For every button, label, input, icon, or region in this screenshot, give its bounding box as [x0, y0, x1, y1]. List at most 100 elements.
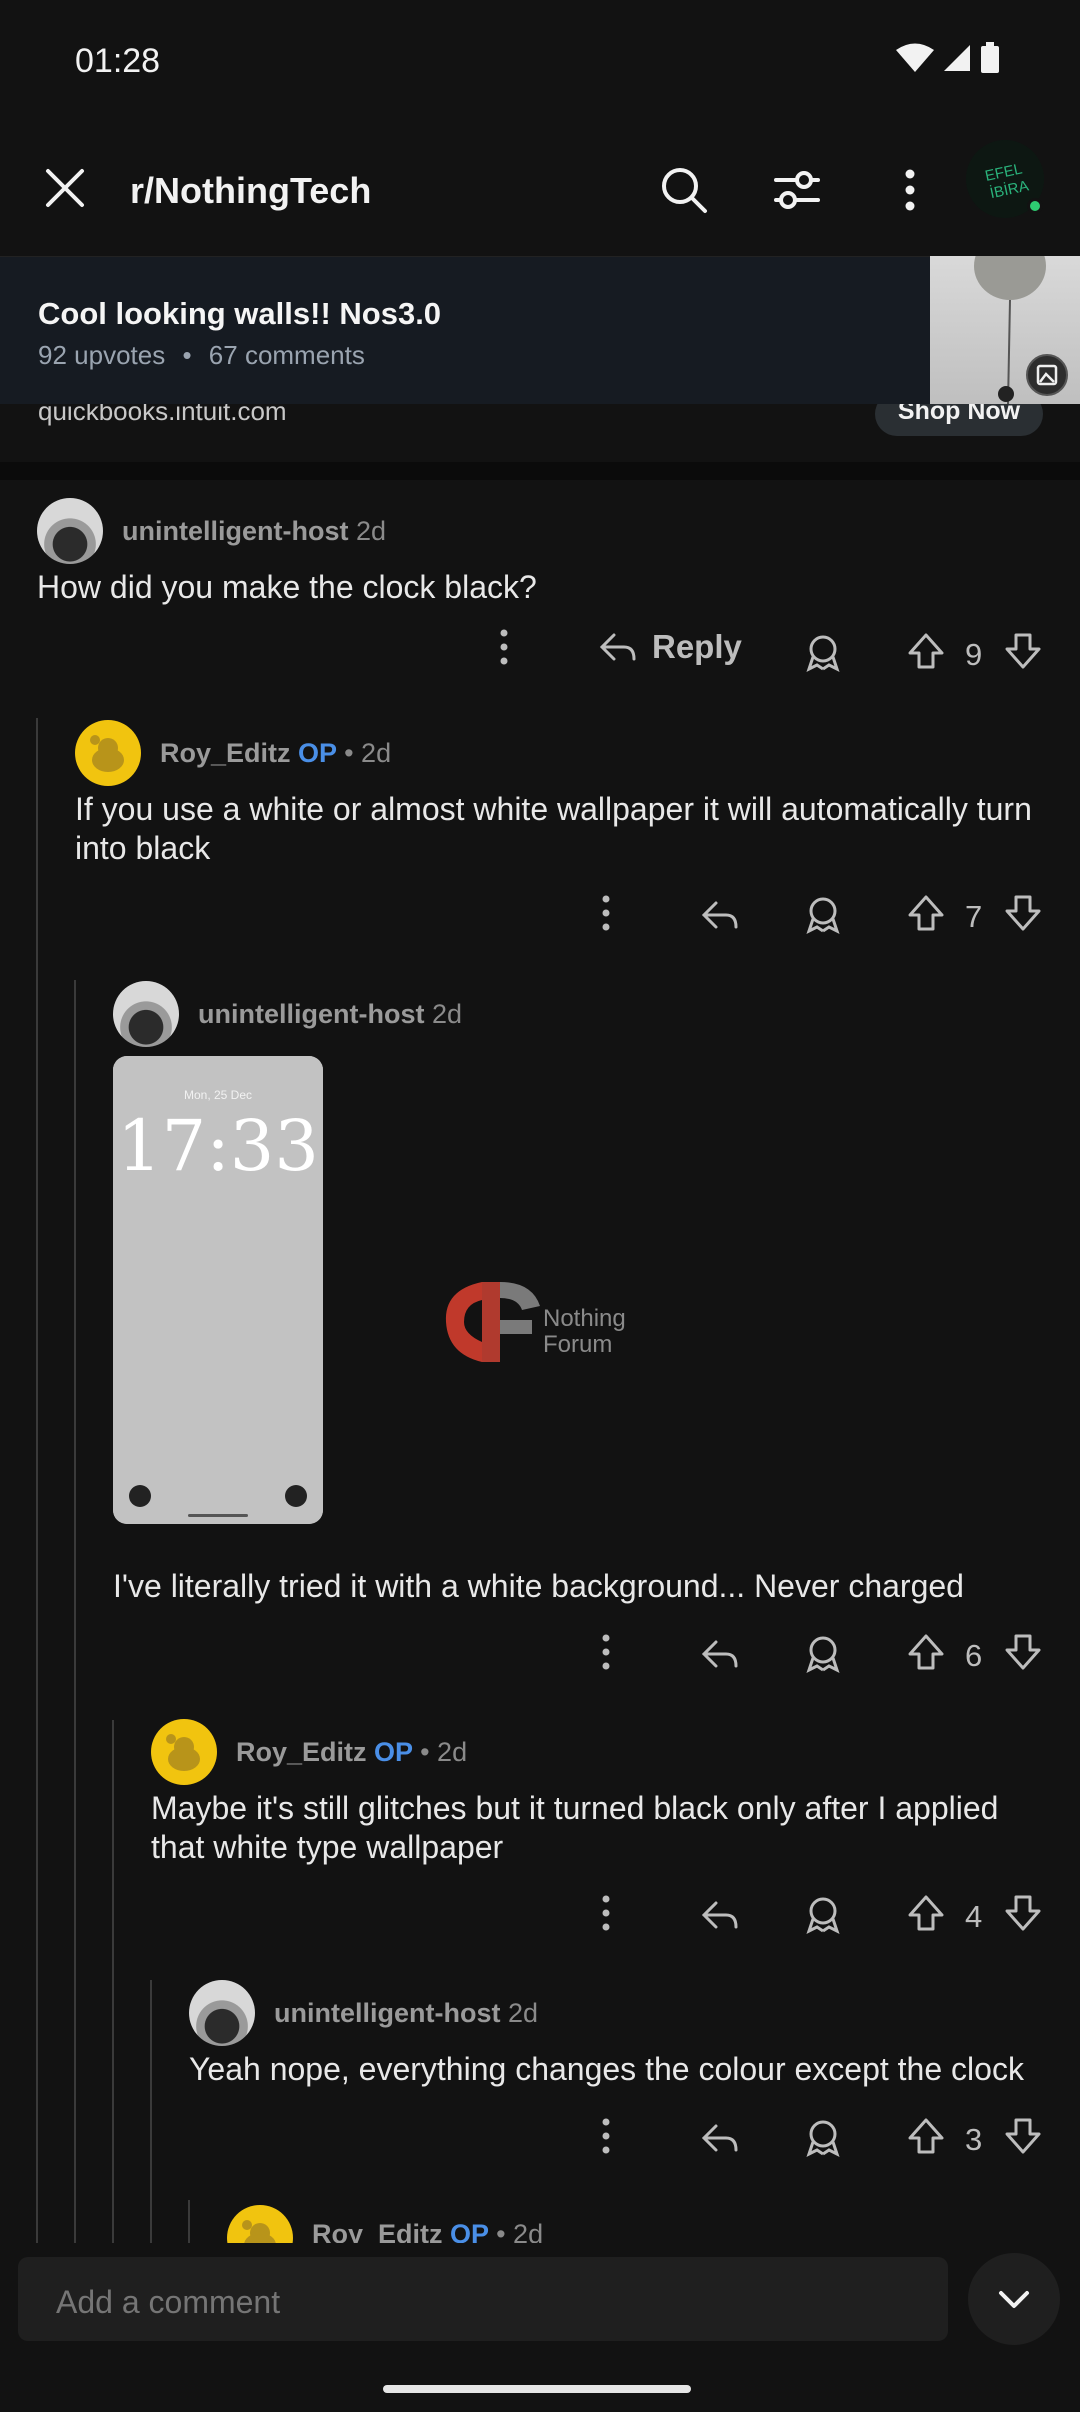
signal-icon [944, 45, 970, 71]
award-button[interactable] [803, 1634, 843, 1674]
sort-filter-button[interactable] [772, 166, 822, 219]
comment-author[interactable]: unintelligent-host 2d [198, 999, 462, 1030]
comment-actions: 7 [0, 891, 1080, 951]
battery-icon [981, 42, 999, 73]
more-vertical-icon [602, 1634, 610, 1670]
downvote-button[interactable] [1003, 631, 1043, 671]
upvote-button[interactable] [906, 1893, 946, 1933]
thread-line[interactable] [74, 980, 76, 2245]
reply-button[interactable] [700, 895, 740, 935]
vote-count: 3 [965, 2122, 983, 2157]
reply-icon [701, 1640, 738, 1668]
upvote-icon [908, 633, 944, 669]
upvote-icon [908, 1634, 944, 1670]
comment-time: • 2d [420, 1737, 468, 1767]
status-icons [896, 42, 1000, 74]
more-vertical-icon [602, 1895, 610, 1931]
online-status-dot [1027, 198, 1043, 214]
section-divider [0, 462, 1080, 480]
award-icon [806, 897, 840, 934]
avatar[interactable] [189, 1980, 255, 2046]
reply-button[interactable] [700, 2118, 740, 2158]
collapse-button[interactable] [968, 2253, 1060, 2345]
comment-time: 2d [355, 516, 387, 546]
award-icon [806, 2120, 840, 2157]
reply-button[interactable] [700, 1634, 740, 1674]
avatar[interactable] [113, 981, 179, 1047]
more-vertical-icon [602, 895, 610, 931]
more-options-button[interactable] [492, 625, 516, 669]
thread-line[interactable] [150, 1980, 152, 2245]
search-icon [662, 168, 707, 213]
more-options-button[interactable] [594, 891, 618, 935]
downvote-button[interactable] [1003, 1893, 1043, 1933]
reply-icon [599, 633, 636, 661]
image-clock: 17:33 [117, 1105, 319, 1187]
home-indicator[interactable] [383, 2385, 691, 2393]
comment-body: Yeah nope, everything changes the colour… [189, 2051, 1024, 2087]
comment-author[interactable]: unintelligent-host 2d [122, 516, 386, 547]
upvote-button[interactable] [906, 2116, 946, 2156]
avatar[interactable] [37, 498, 103, 564]
more-options-button[interactable] [594, 1630, 618, 1674]
upvote-icon [908, 1895, 944, 1931]
comment-author[interactable]: unintelligent-host 2d [274, 1998, 538, 2029]
filter-icon [774, 171, 820, 209]
post-upvotes: 92 upvotes [38, 340, 166, 370]
upvote-button[interactable] [906, 631, 946, 671]
downvote-button[interactable] [1003, 2116, 1043, 2156]
reply-label: Reply [652, 628, 742, 665]
reply-icon [701, 901, 738, 929]
close-button[interactable] [40, 163, 90, 213]
award-button[interactable] [803, 2118, 843, 2158]
downvote-icon [1005, 2118, 1041, 2154]
more-options-button[interactable] [594, 1891, 618, 1935]
avatar[interactable] [75, 720, 141, 786]
award-button[interactable] [803, 633, 843, 673]
vote-count: 7 [965, 899, 983, 934]
upvote-button[interactable] [906, 1632, 946, 1672]
more-vertical-icon [905, 169, 915, 211]
award-button[interactable] [803, 895, 843, 935]
comment-author[interactable]: Roy_Editz OP • 2d [236, 1737, 467, 1768]
reply-button[interactable]: Reply [598, 627, 742, 667]
more-vertical-icon [602, 2118, 610, 2154]
close-icon [46, 169, 84, 207]
subreddit-title[interactable]: r/NothingTech [130, 170, 371, 212]
add-comment-input[interactable] [56, 2284, 916, 2321]
post-comment-count: 67 comments [208, 340, 365, 370]
post-title[interactable]: Cool looking walls!! Nos3.0 [38, 296, 441, 332]
downvote-icon [1005, 1895, 1041, 1931]
downvote-icon [1005, 1634, 1041, 1670]
avatar[interactable] [151, 1719, 217, 1785]
search-button[interactable] [660, 166, 708, 219]
nothing-forum-text: Nothing Forum [543, 1305, 626, 1358]
upvote-button[interactable] [906, 893, 946, 933]
comment-actions: 3 [0, 2114, 1080, 2174]
downvote-icon [1005, 633, 1041, 669]
comment-actions: Reply 9 [0, 625, 1080, 685]
comment-author[interactable]: Roy_Editz OP • 2d [160, 738, 391, 769]
status-time: 01:28 [75, 42, 161, 80]
reply-button[interactable] [700, 1895, 740, 1935]
comment-actions: 4 [0, 1891, 1080, 1951]
vote-count: 4 [965, 1899, 983, 1934]
op-badge: OP [298, 738, 337, 768]
award-button[interactable] [803, 1895, 843, 1935]
thread-line[interactable] [188, 2200, 190, 2245]
reply-icon [701, 1901, 738, 1929]
image-gallery-icon [1026, 354, 1068, 396]
more-vertical-icon [500, 629, 508, 665]
vote-count: 9 [965, 637, 983, 672]
comment-actions: 6 [0, 1630, 1080, 1690]
downvote-button[interactable] [1003, 1632, 1043, 1672]
image-date: Mon, 25 Dec [183, 1088, 253, 1102]
op-badge: OP [374, 1737, 413, 1767]
upvote-icon [908, 2118, 944, 2154]
post-meta: 92 upvotes • 67 comments [38, 340, 365, 371]
more-options-button[interactable] [594, 2114, 618, 2158]
more-options-button[interactable] [893, 166, 927, 219]
chevron-down-icon [999, 2291, 1029, 2308]
downvote-button[interactable] [1003, 893, 1043, 933]
comment-body: Maybe it's still glitches but it turned … [151, 1790, 999, 1865]
